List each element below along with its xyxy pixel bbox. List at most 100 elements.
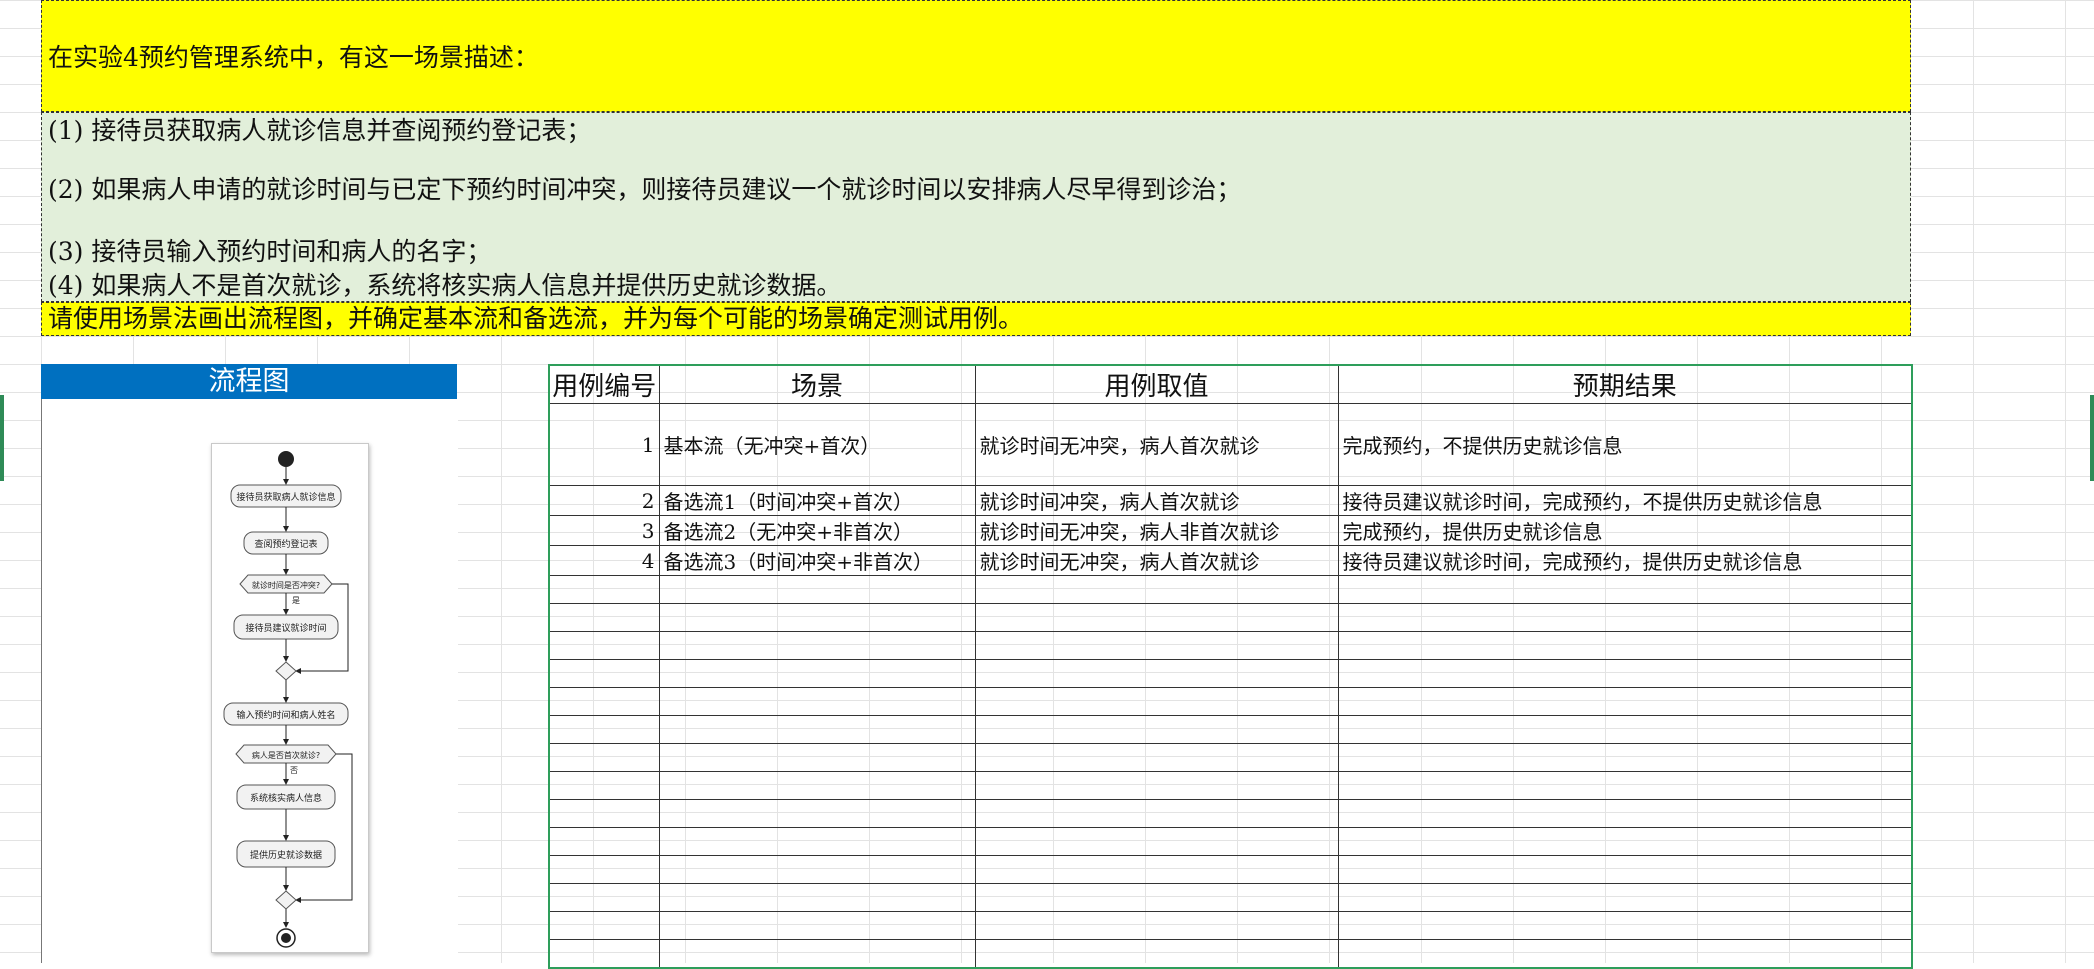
empty-table-row bbox=[548, 743, 1913, 772]
empty-cell[interactable] bbox=[974, 659, 1339, 688]
empty-cell[interactable] bbox=[1337, 603, 1913, 632]
flowchart-image[interactable]: 接待员获取病人就诊信息 查阅预约登记表 就诊时间是否冲突? 是 接待员建议就诊时… bbox=[211, 443, 369, 953]
node-input-info: 输入预约时间和病人姓名 bbox=[236, 709, 335, 721]
empty-cell[interactable] bbox=[548, 827, 660, 856]
header-case-value[interactable]: 用例取值 bbox=[974, 364, 1339, 404]
table-row: 3 备选流2（无冲突+非首次） 就诊时间无冲突，病人非首次就诊 完成预约，提供历… bbox=[548, 515, 1913, 546]
empty-cell[interactable] bbox=[658, 911, 976, 940]
empty-cell[interactable] bbox=[548, 883, 660, 912]
empty-cell[interactable] bbox=[974, 715, 1339, 744]
cell-expected-result[interactable]: 完成预约，提供历史就诊信息 bbox=[1337, 515, 1913, 546]
cell-case-id[interactable]: 2 bbox=[548, 485, 660, 516]
empty-cell[interactable] bbox=[974, 687, 1339, 716]
merge-diamond-1 bbox=[275, 661, 297, 681]
empty-cell[interactable] bbox=[1337, 827, 1913, 856]
empty-cell[interactable] bbox=[548, 603, 660, 632]
cell-expected-result[interactable]: 完成预约，不提供历史就诊信息 bbox=[1337, 403, 1913, 486]
empty-cell[interactable] bbox=[548, 631, 660, 660]
empty-cell[interactable] bbox=[1337, 743, 1913, 772]
empty-cell[interactable] bbox=[1337, 687, 1913, 716]
header-case-id[interactable]: 用例编号 bbox=[548, 364, 660, 404]
empty-table-row bbox=[548, 659, 1913, 688]
empty-cell[interactable] bbox=[658, 827, 976, 856]
cell-case-value[interactable]: 就诊时间冲突，病人首次就诊 bbox=[974, 485, 1339, 516]
empty-cell[interactable] bbox=[1337, 575, 1913, 604]
empty-cell[interactable] bbox=[658, 799, 976, 828]
empty-cell[interactable] bbox=[548, 799, 660, 828]
empty-table-row bbox=[548, 631, 1913, 660]
cell-case-id[interactable]: 3 bbox=[548, 515, 660, 546]
cell-expected-result[interactable]: 接待员建议就诊时间，完成预约，不提供历史就诊信息 bbox=[1337, 485, 1913, 516]
empty-cell[interactable] bbox=[1337, 659, 1913, 688]
empty-cell[interactable] bbox=[1337, 771, 1913, 800]
empty-cell[interactable] bbox=[974, 827, 1339, 856]
empty-cell[interactable] bbox=[1337, 939, 1913, 968]
node-first-visit-question: 病人是否首次就诊? bbox=[252, 750, 320, 760]
empty-table-row bbox=[548, 883, 1913, 912]
empty-cell[interactable] bbox=[658, 883, 976, 912]
step-1-text: (1) 接待员获取病人就诊信息并查阅预约登记表； bbox=[48, 116, 592, 145]
cell-scene[interactable]: 基本流（无冲突+首次） bbox=[658, 403, 976, 486]
empty-cell[interactable] bbox=[974, 911, 1339, 940]
empty-cell[interactable] bbox=[548, 743, 660, 772]
empty-cell[interactable] bbox=[974, 631, 1339, 660]
step-2-text: (2) 如果病人申请的就诊时间与已定下预约时间冲突，则接待员建议一个就诊时间以安… bbox=[48, 175, 1242, 204]
empty-table-row bbox=[548, 603, 1913, 632]
empty-cell[interactable] bbox=[658, 743, 976, 772]
empty-cell[interactable] bbox=[548, 911, 660, 940]
empty-cell[interactable] bbox=[658, 939, 976, 968]
node-check-register: 查阅预约登记表 bbox=[254, 538, 317, 550]
empty-cell[interactable] bbox=[548, 939, 660, 968]
selection-marker-left bbox=[0, 395, 4, 481]
empty-cell[interactable] bbox=[974, 883, 1339, 912]
header-scene[interactable]: 场景 bbox=[658, 364, 976, 404]
cell-case-value[interactable]: 就诊时间无冲突，病人首次就诊 bbox=[974, 545, 1339, 576]
cell-scene[interactable]: 备选流1（时间冲突+首次） bbox=[658, 485, 976, 516]
header-expected-result[interactable]: 预期结果 bbox=[1337, 364, 1913, 404]
empty-cell[interactable] bbox=[658, 855, 976, 884]
empty-cell[interactable] bbox=[548, 771, 660, 800]
empty-cell[interactable] bbox=[658, 631, 976, 660]
intro-cell[interactable]: 在实验4预约管理系统中，有这一场景描述： bbox=[41, 0, 1911, 112]
empty-cell[interactable] bbox=[548, 575, 660, 604]
empty-cell[interactable] bbox=[1337, 855, 1913, 884]
task-cell[interactable]: 请使用场景法画出流程图，并确定基本流和备选流，并为每个可能的场景确定测试用例。 bbox=[41, 302, 1911, 336]
cell-scene[interactable]: 备选流2（无冲突+非首次） bbox=[658, 515, 976, 546]
empty-cell[interactable] bbox=[974, 771, 1339, 800]
empty-cell[interactable] bbox=[548, 715, 660, 744]
table-row: 1 基本流（无冲突+首次） 就诊时间无冲突，病人首次就诊 完成预约，不提供历史就… bbox=[548, 403, 1913, 486]
empty-cell[interactable] bbox=[974, 855, 1339, 884]
empty-cell[interactable] bbox=[658, 603, 976, 632]
cell-case-id[interactable]: 1 bbox=[548, 403, 660, 486]
cell-case-value[interactable]: 就诊时间无冲突，病人首次就诊 bbox=[974, 403, 1339, 486]
empty-cell[interactable] bbox=[658, 771, 976, 800]
empty-cell[interactable] bbox=[548, 687, 660, 716]
empty-cell[interactable] bbox=[1337, 799, 1913, 828]
empty-cell[interactable] bbox=[548, 659, 660, 688]
empty-cell[interactable] bbox=[974, 743, 1339, 772]
empty-cell[interactable] bbox=[974, 575, 1339, 604]
empty-cell[interactable] bbox=[1337, 631, 1913, 660]
empty-cell[interactable] bbox=[974, 799, 1339, 828]
cell-case-value[interactable]: 就诊时间无冲突，病人非首次就诊 bbox=[974, 515, 1339, 546]
empty-cell[interactable] bbox=[1337, 883, 1913, 912]
cell-case-id[interactable]: 4 bbox=[548, 545, 660, 576]
cell-scene[interactable]: 备选流3（时间冲突+非首次） bbox=[658, 545, 976, 576]
empty-cell[interactable] bbox=[658, 715, 976, 744]
empty-cell[interactable] bbox=[1337, 911, 1913, 940]
empty-cell[interactable] bbox=[974, 939, 1339, 968]
table-row: 4 备选流3（时间冲突+非首次） 就诊时间无冲突，病人首次就诊 接待员建议就诊时… bbox=[548, 545, 1913, 576]
empty-cell[interactable] bbox=[658, 659, 976, 688]
steps-cell[interactable]: (1) 接待员获取病人就诊信息并查阅预约登记表； (2) 如果病人申请的就诊时间… bbox=[41, 112, 1911, 302]
empty-cell[interactable] bbox=[548, 855, 660, 884]
empty-table-row bbox=[548, 575, 1913, 604]
empty-cell[interactable] bbox=[974, 603, 1339, 632]
cell-expected-result[interactable]: 接待员建议就诊时间，完成预约，提供历史就诊信息 bbox=[1337, 545, 1913, 576]
step-4-text: (4) 如果病人不是首次就诊，系统将核实病人信息并提供历史就诊数据。 bbox=[48, 271, 842, 300]
node-history: 提供历史就诊数据 bbox=[250, 849, 322, 861]
empty-cell[interactable] bbox=[658, 575, 976, 604]
empty-cell[interactable] bbox=[1337, 715, 1913, 744]
empty-table-row bbox=[548, 939, 1913, 968]
empty-cell[interactable] bbox=[658, 687, 976, 716]
empty-table-row bbox=[548, 827, 1913, 856]
